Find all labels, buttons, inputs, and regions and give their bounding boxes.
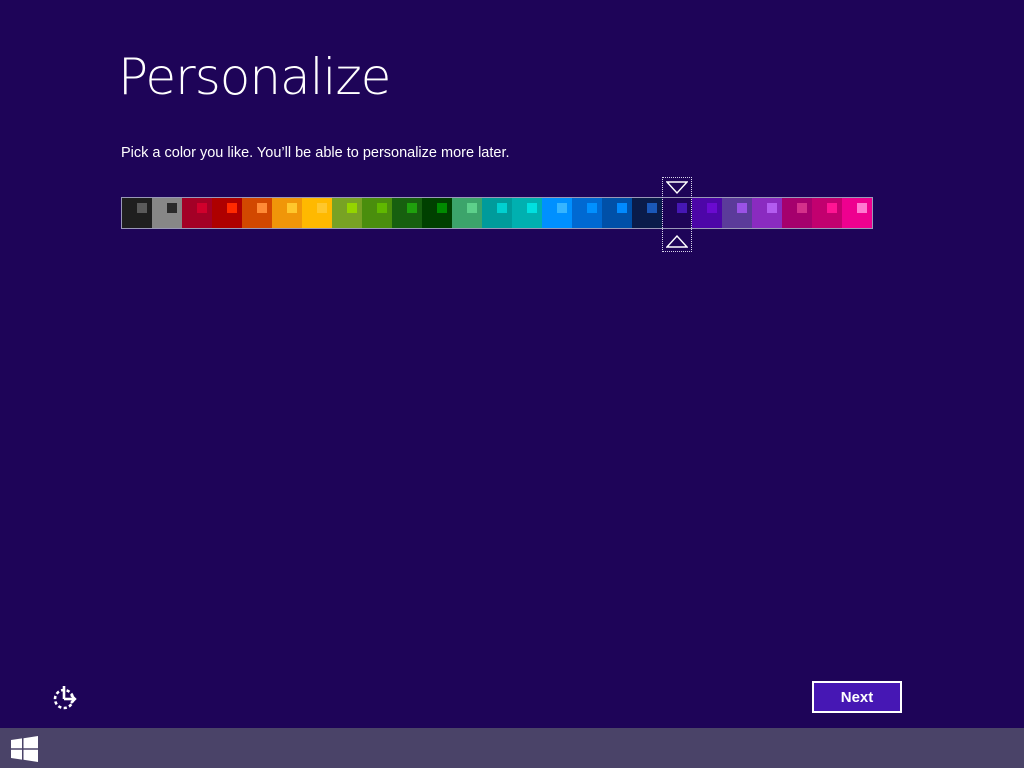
- color-swatch-chip: [647, 203, 657, 213]
- color-swatch-chip: [377, 203, 387, 213]
- color-swatch[interactable]: [422, 198, 452, 228]
- color-swatch[interactable]: [782, 198, 812, 228]
- color-swatch-chip: [707, 203, 717, 213]
- setup-screen: Personalize Pick a color you like. You’l…: [0, 0, 1024, 728]
- color-swatch-chip: [617, 203, 627, 213]
- color-swatch[interactable]: [122, 198, 152, 228]
- color-swatch[interactable]: [572, 198, 602, 228]
- color-swatch[interactable]: [482, 198, 512, 228]
- color-swatch[interactable]: [662, 198, 692, 228]
- color-swatch-chip: [347, 203, 357, 213]
- color-swatch-chip: [437, 203, 447, 213]
- color-swatch-chip: [527, 203, 537, 213]
- color-swatch[interactable]: [542, 198, 572, 228]
- color-swatch[interactable]: [302, 198, 332, 228]
- color-swatch-chip: [497, 203, 507, 213]
- color-swatch-chip: [137, 203, 147, 213]
- color-swatch-chip: [467, 203, 477, 213]
- color-swatch-chip: [827, 203, 837, 213]
- color-swatch-chip: [167, 203, 177, 213]
- color-swatch-chip: [677, 203, 687, 213]
- color-swatch[interactable]: [362, 198, 392, 228]
- color-swatch-chip: [737, 203, 747, 213]
- color-swatch[interactable]: [182, 198, 212, 228]
- color-swatch[interactable]: [242, 198, 272, 228]
- color-swatch[interactable]: [602, 198, 632, 228]
- windows-logo-icon: [11, 736, 38, 762]
- color-swatch[interactable]: [722, 198, 752, 228]
- color-swatch[interactable]: [152, 198, 182, 228]
- triangle-down-icon: [666, 181, 688, 194]
- color-swatch[interactable]: [392, 198, 422, 228]
- color-swatch-chip: [317, 203, 327, 213]
- color-swatch[interactable]: [272, 198, 302, 228]
- color-palette: [121, 197, 873, 229]
- start-button[interactable]: [10, 736, 40, 762]
- color-swatch-chip: [767, 203, 777, 213]
- color-swatch[interactable]: [842, 198, 872, 228]
- color-swatch-chip: [227, 203, 237, 213]
- color-swatch-chip: [587, 203, 597, 213]
- color-swatch[interactable]: [212, 198, 242, 228]
- color-swatch[interactable]: [752, 198, 782, 228]
- color-swatch-chip: [557, 203, 567, 213]
- color-swatch-chip: [287, 203, 297, 213]
- color-swatch[interactable]: [632, 198, 662, 228]
- color-swatch[interactable]: [512, 198, 542, 228]
- taskbar: [0, 728, 1024, 768]
- color-swatch-chip: [797, 203, 807, 213]
- ease-of-access-icon: [53, 686, 77, 710]
- color-swatch-chip: [197, 203, 207, 213]
- ease-of-access-button[interactable]: [50, 683, 80, 713]
- triangle-up-icon: [666, 235, 688, 248]
- color-swatch[interactable]: [452, 198, 482, 228]
- color-swatch[interactable]: [812, 198, 842, 228]
- page-title: Personalize: [118, 48, 391, 106]
- next-button[interactable]: Next: [812, 681, 902, 713]
- color-swatch-chip: [857, 203, 867, 213]
- color-swatch[interactable]: [332, 198, 362, 228]
- color-swatch-chip: [407, 203, 417, 213]
- color-swatch[interactable]: [692, 198, 722, 228]
- instruction-text: Pick a color you like. You’ll be able to…: [121, 145, 510, 161]
- color-swatch-chip: [257, 203, 267, 213]
